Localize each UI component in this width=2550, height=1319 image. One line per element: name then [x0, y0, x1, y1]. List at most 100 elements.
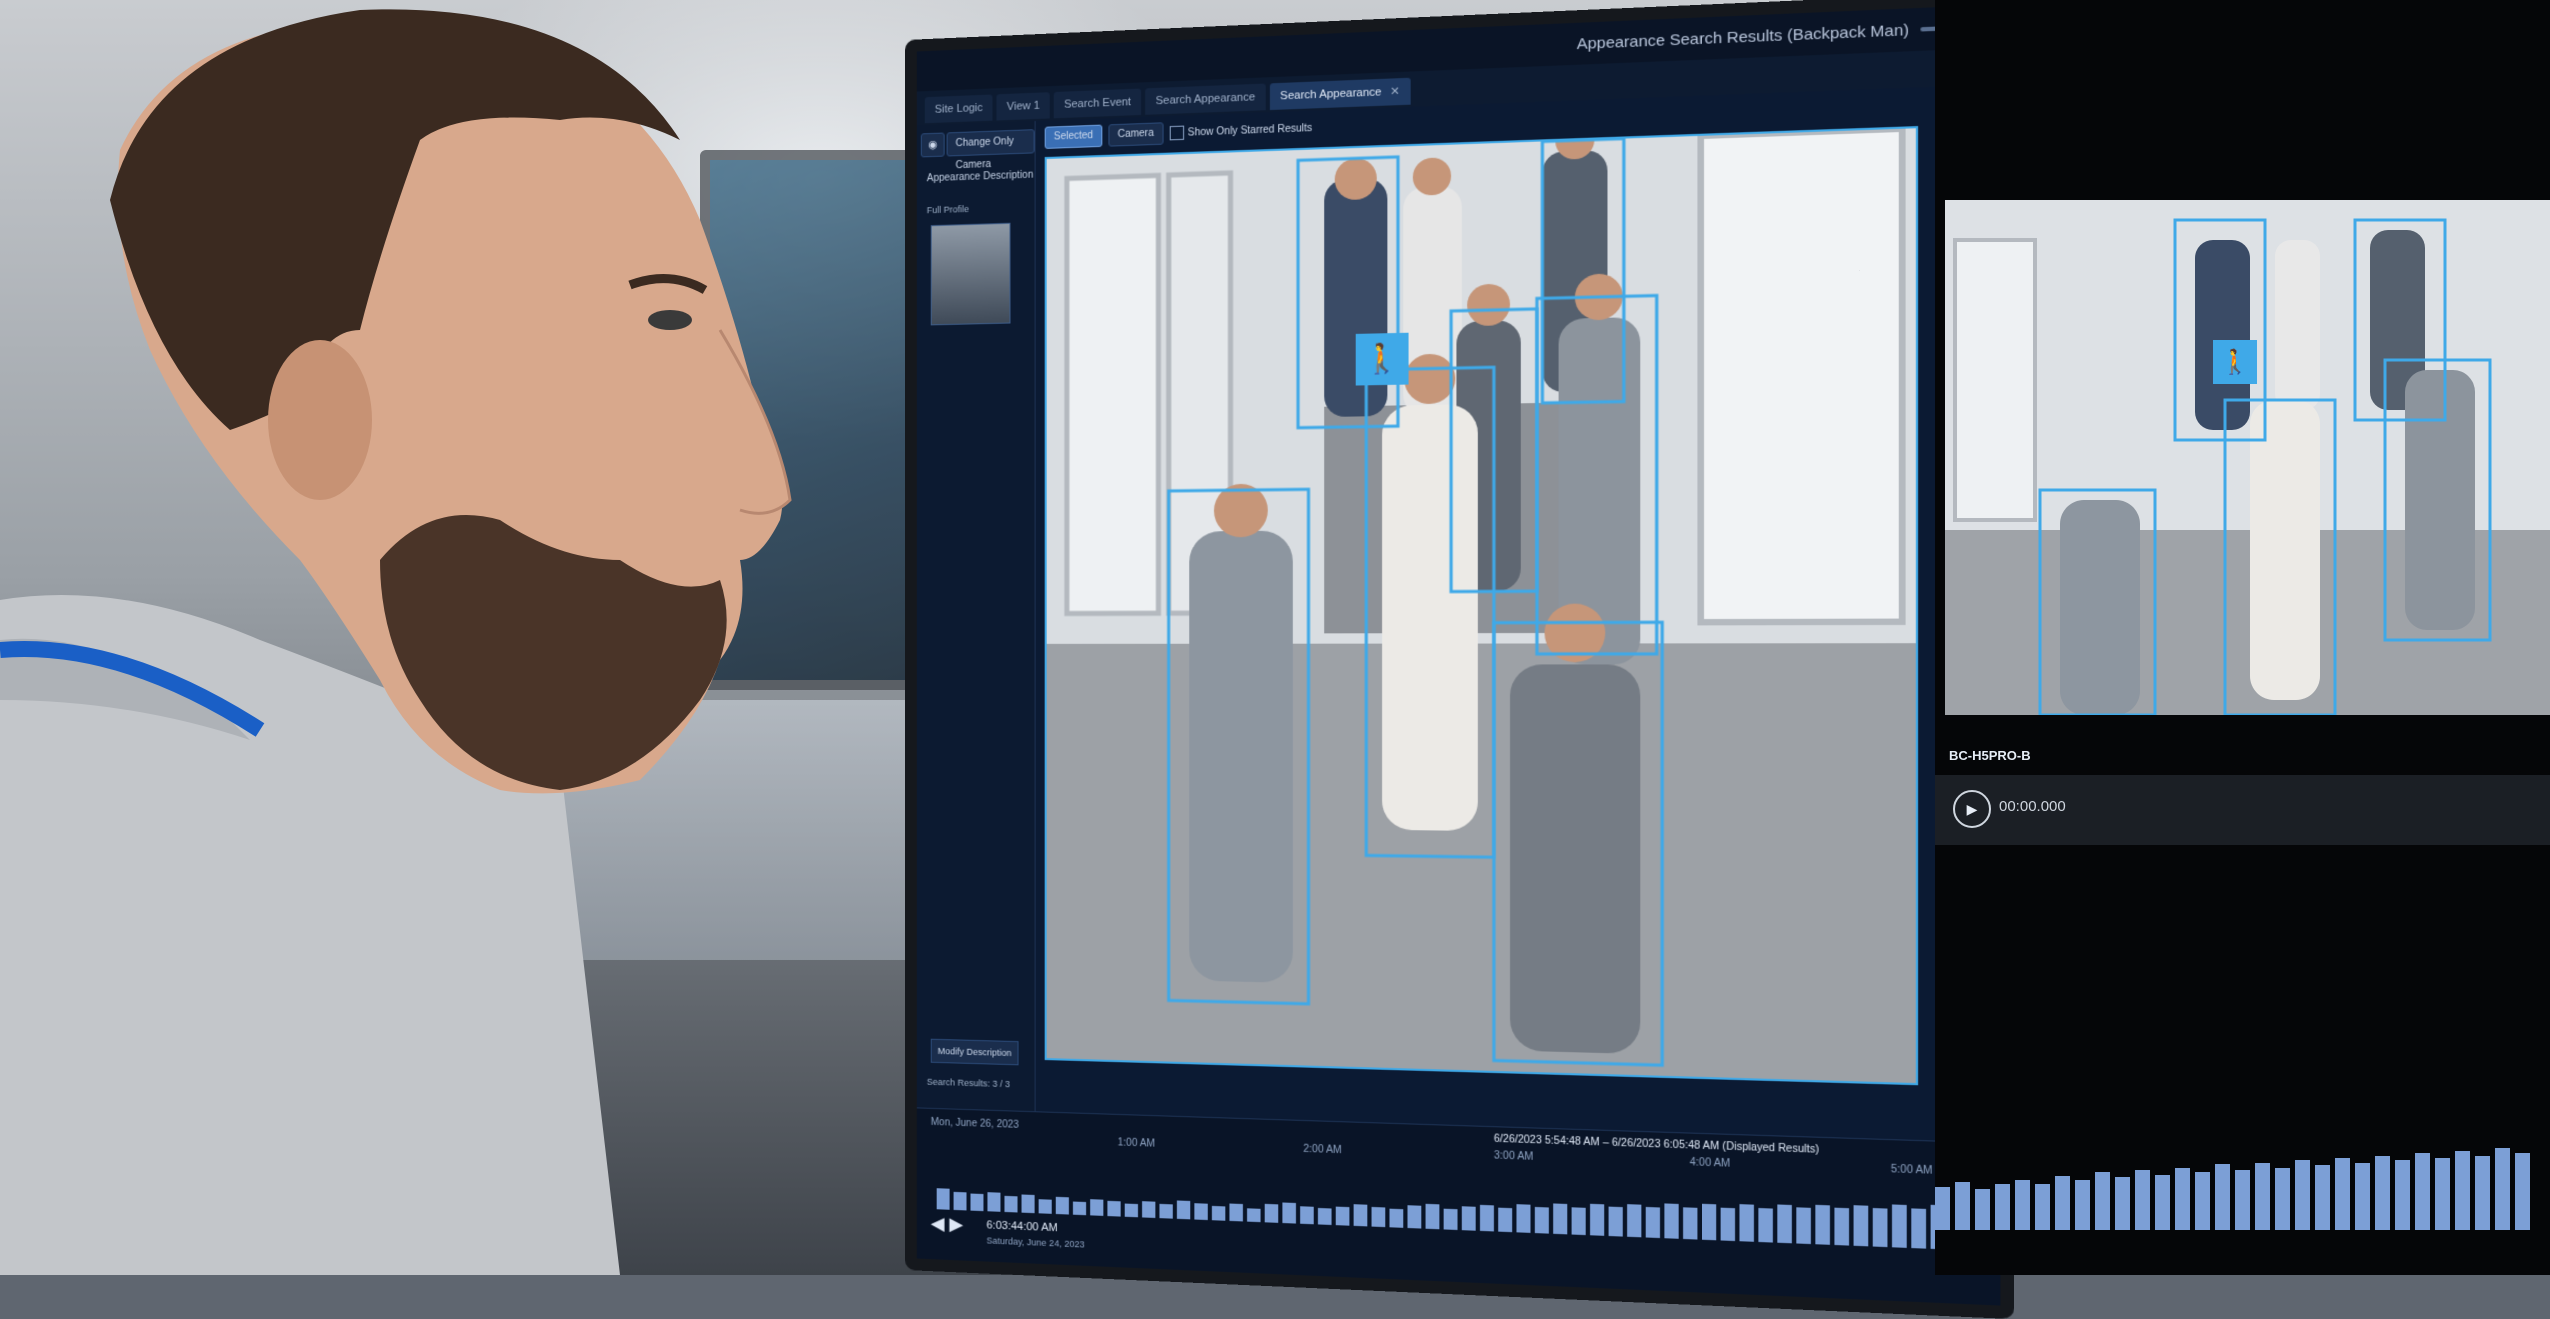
histogram-bar: [1834, 1208, 1849, 1246]
histogram-bar: [1553, 1203, 1567, 1234]
histogram-bar: [1022, 1194, 1035, 1213]
histogram-bar: [1683, 1207, 1697, 1239]
starred-label: Show Only Starred Results: [1188, 122, 1313, 138]
histogram-bar: [2235, 1170, 2250, 1230]
side-histogram: [1935, 1030, 2550, 1230]
tab-search-appearance[interactable]: Search Appearance: [1145, 84, 1265, 115]
close-tab-icon[interactable]: ✕: [1390, 85, 1400, 98]
histogram-bar: [1664, 1203, 1678, 1238]
histogram-bar: [1177, 1200, 1190, 1219]
histogram-bar: [1516, 1204, 1530, 1233]
histogram-bar: [1336, 1207, 1350, 1226]
svg-text:🚶: 🚶: [2220, 348, 2250, 376]
histogram-bar: [2375, 1156, 2390, 1230]
video-feed-side[interactable]: 🚶: [1945, 200, 2550, 715]
person-thumbnail[interactable]: [931, 223, 1011, 326]
histogram-bar: [2415, 1153, 2430, 1230]
histogram-bar: [2115, 1177, 2130, 1230]
window-title: Appearance Search Results (Backpack Man): [1577, 21, 1909, 53]
histogram-bar: [1372, 1207, 1386, 1227]
histogram-bar: [1389, 1209, 1403, 1228]
histogram-bar: [1004, 1196, 1017, 1213]
tab-label: View 1: [1007, 100, 1040, 113]
tab-search-appearance-active[interactable]: Search Appearance ✕: [1270, 78, 1411, 110]
histogram-bar: [1873, 1208, 1888, 1247]
histogram-bar: [2315, 1165, 2330, 1230]
change-camera-button[interactable]: Change Only Camera: [947, 129, 1035, 156]
histogram-bar: [2135, 1170, 2150, 1230]
result-filters: Selected Camera Show Only Starred Result…: [1045, 117, 1313, 149]
tick-label: 4:00 AM: [1690, 1157, 1731, 1170]
histogram-bar: [2355, 1163, 2370, 1230]
tab-view-1[interactable]: View 1: [997, 92, 1050, 120]
histogram-bar: [1796, 1207, 1811, 1244]
histogram-bar: [1572, 1207, 1586, 1235]
histogram-bar: [970, 1194, 983, 1212]
histogram-bar: [1056, 1197, 1069, 1215]
histogram-bar: [2435, 1158, 2450, 1230]
histogram-bar: [1702, 1204, 1716, 1241]
starred-toggle[interactable]: Show Only Starred Results: [1169, 121, 1312, 141]
tick-label: 5:00 AM: [1891, 1164, 1933, 1177]
current-time: 6:03:44:00 AM: [986, 1219, 1057, 1234]
histogram-bar: [1758, 1208, 1772, 1243]
histogram-bar: [2015, 1180, 2030, 1230]
histogram-bar: [1407, 1205, 1421, 1228]
histogram-bar: [987, 1192, 1000, 1212]
histogram-bar: [1194, 1203, 1207, 1220]
appearance-panel: ◉ Change Only Camera Appearance Descript…: [917, 121, 1036, 1112]
tick-label: 2:00 AM: [1303, 1144, 1341, 1157]
play-button[interactable]: ▶: [1953, 790, 1991, 828]
current-day: Saturday, June 24, 2023: [986, 1235, 1084, 1249]
histogram-bar: [1854, 1205, 1869, 1246]
histogram-bar: [1444, 1209, 1458, 1230]
play-icon[interactable]: ◀ ▶: [931, 1213, 971, 1241]
histogram-bar: [1911, 1208, 1926, 1248]
camera-icon[interactable]: ◉: [921, 133, 945, 158]
histogram-bar: [1995, 1184, 2010, 1230]
selected-filter[interactable]: Selected: [1045, 125, 1103, 149]
histogram-bar: [2275, 1168, 2290, 1230]
histogram-bar: [2295, 1160, 2310, 1230]
side-monitor: 🚶 BC-H5PRO-B ▶ 00:00.000: [1935, 0, 2550, 1275]
histogram-bar: [1090, 1199, 1103, 1216]
tab-site-logic[interactable]: Site Logic: [925, 94, 993, 123]
histogram-bar: [2395, 1160, 2410, 1230]
playback-time: 00:00.000: [1999, 798, 2066, 815]
histogram-bar: [1535, 1207, 1549, 1234]
histogram-bar: [1247, 1208, 1260, 1222]
full-profile-label: Full Profile: [927, 204, 969, 215]
histogram-bar: [1975, 1189, 1990, 1230]
histogram-bar: [1480, 1205, 1494, 1232]
histogram-bar: [2495, 1148, 2510, 1230]
histogram-bar: [1646, 1207, 1660, 1238]
histogram-bar: [1107, 1201, 1120, 1217]
histogram-bar: [1354, 1204, 1368, 1226]
histogram-bar: [1300, 1206, 1314, 1224]
histogram-bar: [1125, 1204, 1138, 1218]
histogram-bar: [1739, 1204, 1753, 1242]
histogram-bar: [2215, 1164, 2230, 1230]
histogram-bar: [1777, 1204, 1792, 1243]
histogram-bar: [2475, 1156, 2490, 1230]
main-monitor: Appearance Search Results (Backpack Man)…: [905, 0, 2014, 1319]
histogram-bar: [2035, 1184, 2050, 1230]
tick-label: 3:00 AM: [1494, 1150, 1533, 1163]
tab-label: Search Event: [1064, 96, 1131, 111]
timeline-date: Mon, June 26, 2023: [931, 1117, 1019, 1131]
tab-label: Search Appearance: [1156, 91, 1256, 107]
camera-filter[interactable]: Camera: [1108, 122, 1163, 146]
tab-label: Site Logic: [935, 102, 983, 116]
histogram-bar: [2055, 1176, 2070, 1230]
video-feed-main[interactable]: 🚶: [1045, 126, 1918, 1085]
tab-search-event[interactable]: Search Event: [1054, 89, 1141, 119]
histogram-bar: [1892, 1204, 1907, 1247]
histogram-bar: [1282, 1202, 1296, 1223]
camera-label: BC-H5PRO-B: [1949, 748, 2031, 763]
timeline: Mon, June 26, 2023 6/26/2023 5:54:48 AM …: [917, 1107, 2001, 1305]
histogram-bar: [2195, 1172, 2210, 1230]
modify-description-button[interactable]: Modify Description: [931, 1039, 1019, 1066]
panel-heading: Appearance Description: [927, 170, 1034, 185]
histogram-bar: [1318, 1208, 1332, 1225]
histogram-bar: [2095, 1172, 2110, 1230]
